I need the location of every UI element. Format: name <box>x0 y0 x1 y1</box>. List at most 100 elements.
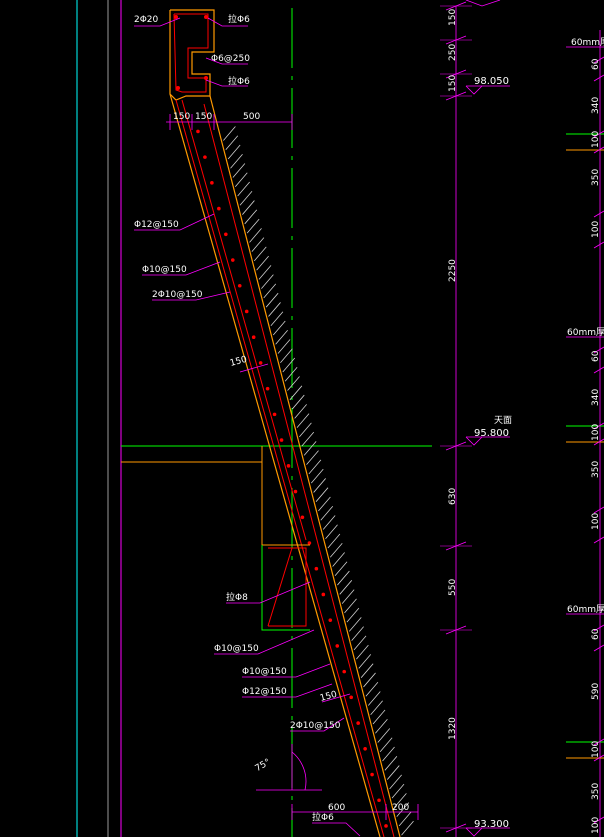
hatch-stroke <box>353 635 367 651</box>
label-top-bar: 2Φ20 <box>134 15 159 25</box>
right-tick <box>593 644 604 652</box>
right-a-1: 340 <box>591 97 601 114</box>
hatch-stroke <box>332 552 345 567</box>
hatch-stroke <box>232 163 246 178</box>
rebar-dot <box>307 541 312 545</box>
leader-lines <box>134 17 361 837</box>
hatch-stroke <box>386 765 400 780</box>
vdim-630: 630 <box>448 488 458 505</box>
hatch-stroke <box>315 487 329 502</box>
top-dim-1: 150 <box>173 112 190 122</box>
section-drawing-canvas: 150 150 500 600 200 75° 2Φ20 拉Φ6 Φ6@250 … <box>76 0 604 837</box>
angle-label: 75° <box>254 757 273 774</box>
hatch-stroke <box>282 357 296 373</box>
rebar-dot <box>349 695 353 700</box>
right-b-3: 350 <box>591 461 601 478</box>
hatch-stroke <box>284 367 298 382</box>
hatch-stroke <box>303 441 317 456</box>
rebar-dot <box>286 464 291 468</box>
elevation-93300: 93.300 <box>474 819 509 830</box>
hatch-stroke <box>242 200 255 215</box>
top-dimension-line: 150 150 500 <box>166 112 293 130</box>
vdim-150-top: 150 <box>448 9 458 26</box>
rebar-dot <box>300 515 305 520</box>
hatch-stroke <box>253 246 267 262</box>
hatch-stroke <box>337 570 350 586</box>
right-tag-2: 60mm厚 <box>567 327 604 338</box>
rebar-dot <box>196 129 200 134</box>
hatch-stroke <box>372 709 386 725</box>
rebar-dot <box>203 155 207 159</box>
label-slab-12: Φ12@150 <box>134 220 179 230</box>
rebar-dot <box>258 361 263 365</box>
hatch-stroke <box>308 459 322 475</box>
right-tick <box>593 241 604 249</box>
rebar-dot <box>224 232 228 237</box>
rebar-dot <box>176 86 180 90</box>
right-c-1: 590 <box>591 683 601 700</box>
hatch-stroke <box>358 654 372 669</box>
parapet-section <box>169 9 215 101</box>
rebar-dot <box>174 15 178 19</box>
hatch-stroke <box>391 783 405 799</box>
rebar-dot <box>265 386 270 391</box>
hatch-stroke <box>356 644 369 660</box>
hatch-stroke <box>377 728 391 743</box>
hatch-stroke <box>363 672 376 688</box>
vdim-150-mid: 150 <box>448 75 458 92</box>
hatch-stroke <box>246 218 260 234</box>
elev-symbol-top <box>465 0 501 7</box>
bottom-dim-1: 600 <box>328 803 345 813</box>
slab-rebar-left <box>175 99 385 837</box>
label-slab-thk-bot: 150 <box>319 690 338 704</box>
hatch-stroke <box>334 561 348 577</box>
hatch-stroke <box>318 496 331 512</box>
vdim-550: 550 <box>448 579 458 596</box>
hatch-stroke <box>389 774 402 790</box>
rebar-dot <box>314 566 319 571</box>
hatch-stroke <box>296 413 310 428</box>
hatch-stroke <box>294 404 307 419</box>
hatch-stroke <box>265 292 279 308</box>
vdim-2250: 2250 <box>448 259 458 282</box>
hatch-stroke <box>251 237 265 252</box>
hatch-stroke <box>244 209 258 225</box>
hatch-stroke <box>306 450 319 465</box>
hatch-stroke <box>234 172 248 188</box>
rebar-dot <box>251 335 256 340</box>
rebar-dot <box>272 412 277 417</box>
right-b-0: 60 <box>591 350 601 362</box>
rebar-dot <box>363 747 367 751</box>
right-c-2: 100 <box>591 741 601 758</box>
hatch-stroke <box>225 135 239 150</box>
hatch-stroke <box>327 533 341 549</box>
hatch-stroke <box>365 681 379 697</box>
top-dim-3: 500 <box>243 112 260 122</box>
right-tick <box>593 536 604 544</box>
rebar-dot <box>370 772 374 777</box>
elevation-roof-tag: 天面 <box>494 415 512 426</box>
right-tick <box>593 210 604 218</box>
hatch-stroke <box>348 617 362 632</box>
label-top-tie: 拉Φ6 <box>228 13 250 25</box>
elev-symbol-1 <box>465 85 483 95</box>
elevation-markers: 98.050 天面 95.800 93.300 <box>465 0 512 837</box>
vdim-250: 250 <box>448 44 458 61</box>
label-slab-thk-top: 150 <box>229 355 248 369</box>
parapet-outline <box>169 9 215 101</box>
hatch-stroke <box>261 274 274 289</box>
hatch-stroke <box>227 144 241 160</box>
hatch-stroke <box>351 626 364 641</box>
hatch-stroke <box>346 607 360 623</box>
label-lower-tie: 拉Φ8 <box>226 591 248 603</box>
hatch-stroke <box>275 329 288 345</box>
right-c-0: 60 <box>591 628 601 640</box>
rebar-dot <box>204 15 208 19</box>
right-c-4: 100 <box>591 817 601 834</box>
hatch-stroke <box>230 153 243 169</box>
hatch-stroke <box>258 265 272 280</box>
hatch-stroke <box>339 580 353 595</box>
reference-lines <box>76 0 432 837</box>
right-tag-1: 60mm厚 <box>571 37 604 48</box>
right-a-3: 350 <box>591 169 601 186</box>
